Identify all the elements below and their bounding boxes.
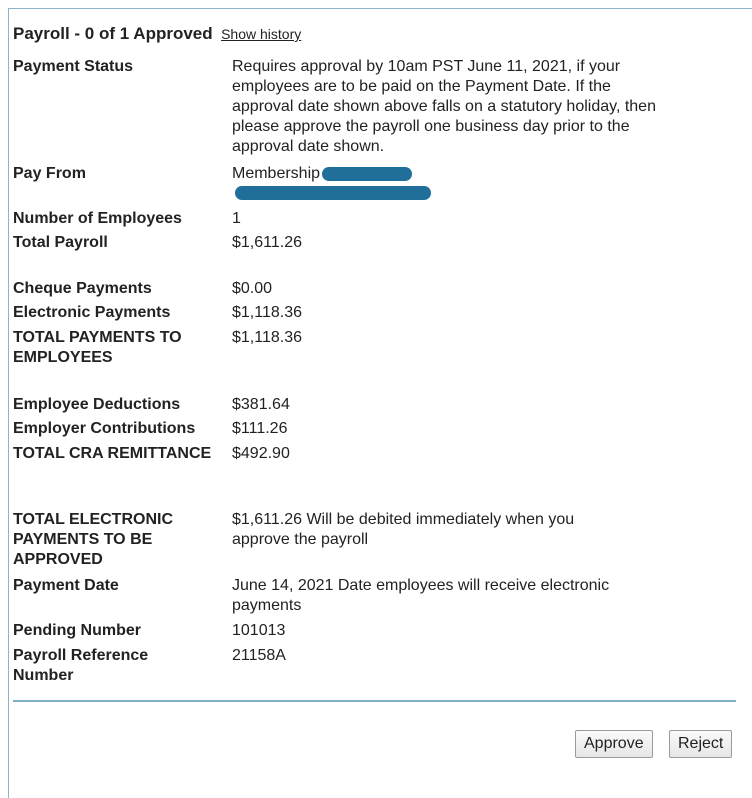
show-history-link[interactable]: Show history xyxy=(221,26,301,42)
row-label: Employee Deductions xyxy=(13,396,181,413)
row-label: Total Payroll xyxy=(13,234,108,251)
row-label: Payment Status xyxy=(13,58,134,75)
row-value: Requires approval by 10am PST June 11, 2… xyxy=(232,58,656,155)
redaction-mark xyxy=(322,166,413,181)
row-label: TOTAL PAYMENTS TO EMPLOYEES xyxy=(13,329,182,366)
approve-button[interactable]: Approve xyxy=(575,730,653,758)
row-label: Cheque Payments xyxy=(13,280,152,297)
row-label: Electronic Payments xyxy=(13,304,171,321)
page-title: Payroll - 0 of 1 Approved xyxy=(13,24,213,43)
row-value: $1,118.36 xyxy=(232,304,302,321)
row-value: $0.00 xyxy=(232,280,273,297)
row-label: Payroll Reference Number xyxy=(13,647,149,684)
row-label: Employer Contributions xyxy=(13,420,196,437)
row-label: Number of Employees xyxy=(13,210,182,227)
row-label: Payment Date xyxy=(13,577,119,594)
row-value: Membership xyxy=(232,165,321,182)
row-label: Pay From xyxy=(13,165,86,182)
row-value: $381.64 xyxy=(232,396,290,413)
row-value: $111.26 xyxy=(232,420,288,437)
row-value: 1 xyxy=(232,210,241,227)
row-value: $1,118.36 xyxy=(232,329,302,346)
row-value: $492.90 xyxy=(232,445,290,462)
row-value: 101013 xyxy=(232,622,286,639)
row-value: June 14, 2021 Date employees will receiv… xyxy=(232,577,610,614)
redaction-mark xyxy=(235,186,431,200)
row-value: 21158A xyxy=(232,647,286,664)
row-value-wrap: Membership xyxy=(232,164,672,184)
row-value: $1,611.26 Will be debited immediately wh… xyxy=(232,511,575,548)
divider xyxy=(13,700,736,702)
reject-button[interactable]: Reject xyxy=(669,730,733,758)
row-label: TOTAL CRA REMITTANCE xyxy=(13,445,212,462)
row-label: TOTAL ELECTRONIC PAYMENTS TO BE APPROVED xyxy=(13,511,173,568)
panel-header: Payroll - 0 of 1 Approved Show history xyxy=(13,24,301,44)
row-label: Pending Number xyxy=(13,622,142,639)
row-value: $1,611.26 xyxy=(232,234,302,251)
